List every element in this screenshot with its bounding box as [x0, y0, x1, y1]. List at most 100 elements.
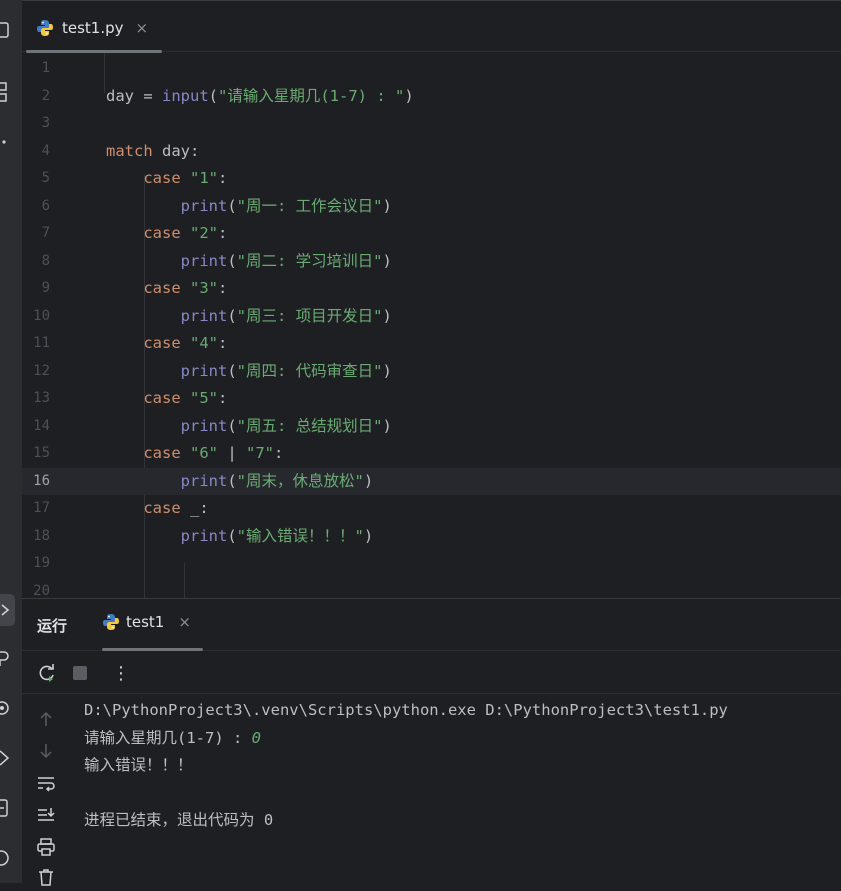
code-line[interactable]: 9 case "3": — [22, 275, 841, 303]
line-number[interactable]: 14 — [22, 413, 50, 441]
scroll-to-end-icon[interactable] — [36, 805, 56, 825]
line-number[interactable]: 3 — [22, 110, 50, 138]
line-number[interactable]: 6 — [22, 193, 50, 221]
code-editor[interactable]: 1 2 day = input("请输入星期几(1-7) : ") 3 4 match d… — [22, 53, 841, 598]
code-line[interactable]: 10 print("周三: 项目开发日") — [22, 303, 841, 331]
line-number[interactable]: 7 — [22, 220, 50, 248]
code-line[interactable]: 19 — [22, 550, 841, 578]
line-number[interactable]: 5 — [22, 165, 50, 193]
code-line[interactable]: 5 case "1": — [22, 165, 841, 193]
code-text: case "6" | "7": — [106, 440, 283, 468]
rerun-icon[interactable] — [36, 662, 58, 684]
console-user-input: 0 — [251, 728, 261, 747]
code-token: "4" — [190, 334, 218, 352]
code-token: "周四: 代码审查日" — [236, 361, 383, 380]
code-token: print — [180, 306, 228, 325]
code-token: "7" — [246, 444, 274, 462]
console-prompt: 请输入星期几(1-7) : — [84, 728, 252, 747]
code-token: ( — [227, 526, 237, 545]
code-token: print — [180, 361, 228, 380]
code-line[interactable]: 1 — [22, 55, 841, 83]
problems-icon[interactable] — [0, 848, 16, 868]
editor-tab-bar: test1.py × — [22, 0, 841, 53]
run-tab-test1[interactable]: test1 × — [102, 613, 191, 631]
line-number[interactable]: 12 — [22, 358, 50, 386]
code-token: case — [143, 499, 181, 517]
code-line[interactable]: 12 print("周四: 代码审查日") — [22, 358, 841, 386]
clear-all-icon[interactable] — [36, 867, 56, 887]
code-line[interactable]: 6 print("周一: 工作会议日") — [22, 193, 841, 221]
code-token: case — [143, 334, 181, 352]
line-number[interactable]: 18 — [22, 523, 50, 551]
code-token: print — [180, 416, 228, 435]
services-icon[interactable] — [0, 698, 16, 718]
code-line[interactable]: 14 print("周五: 总结规划日") — [22, 413, 841, 441]
line-number[interactable]: 17 — [22, 495, 50, 523]
line-number[interactable]: 8 — [22, 248, 50, 276]
close-icon[interactable]: × — [136, 19, 149, 37]
python-console-icon[interactable] — [0, 748, 16, 768]
line-number[interactable]: 11 — [22, 330, 50, 358]
code-text: print("周五: 总结规划日") — [106, 413, 392, 441]
code-line[interactable]: 7 case "2": — [22, 220, 841, 248]
code-text: case "1": — [106, 165, 227, 193]
code-line[interactable]: 13 case "5": — [22, 385, 841, 413]
code-line[interactable]: 11 case "4": — [22, 330, 841, 358]
code-line[interactable]: 8 print("周二: 学习培训日") — [22, 248, 841, 276]
python-packages-icon[interactable] — [0, 648, 16, 668]
code-token: case — [143, 169, 181, 187]
code-token: : — [218, 169, 228, 187]
editor-tab-test1-py[interactable]: test1.py × — [36, 13, 148, 43]
code-token: "3" — [190, 279, 218, 297]
close-icon[interactable]: × — [178, 613, 191, 631]
project-icon[interactable] — [0, 20, 16, 40]
structure-icon[interactable] — [0, 82, 16, 102]
code-token: case — [143, 279, 181, 297]
print-icon[interactable] — [36, 837, 56, 857]
scroll-down-icon[interactable] — [36, 741, 56, 761]
line-number[interactable]: 1 — [22, 55, 50, 83]
line-number[interactable]: 9 — [22, 275, 50, 303]
more-icon[interactable]: ⋮ — [110, 662, 132, 684]
line-number[interactable]: 13 — [22, 385, 50, 413]
more-icon[interactable] — [0, 132, 16, 152]
line-number[interactable]: 16 — [22, 468, 50, 496]
stop-icon[interactable] — [69, 662, 91, 684]
code-token: input — [162, 86, 209, 105]
line-number[interactable]: 2 — [22, 83, 50, 111]
code-line[interactable]: 18 print("输入错误！！！") — [22, 523, 841, 551]
code-line[interactable]: 15 case "6" | "7": — [22, 440, 841, 468]
console-output[interactable]: D:\PythonProject3\.venv\Scripts\python.e… — [84, 697, 834, 835]
tool-window-strip — [0, 0, 23, 883]
terminal-icon[interactable] — [0, 798, 16, 818]
run-icon[interactable] — [0, 594, 15, 626]
scroll-up-icon[interactable] — [36, 709, 56, 729]
code-line[interactable]: 16 print("周末，休息放松") — [22, 467, 841, 496]
code-token: ) — [363, 526, 374, 545]
console-output-line: 输入错误！！！ — [84, 756, 193, 774]
code-token: ( — [208, 86, 219, 105]
code-token: "输入错误！！！" — [236, 526, 364, 545]
code-line[interactable]: 3 — [22, 110, 841, 138]
run-tab-label: test1 — [126, 613, 165, 631]
line-number[interactable]: 10 — [22, 303, 50, 331]
code-line[interactable]: 17 case _: — [22, 495, 841, 523]
code-line[interactable]: 4 match day: — [22, 138, 841, 166]
code-token: "周三: 项目开发日" — [236, 306, 383, 325]
line-number[interactable]: 4 — [22, 138, 50, 166]
run-panel-title: 运行 — [37, 617, 68, 635]
line-number[interactable]: 20 — [22, 578, 50, 599]
line-number[interactable]: 15 — [22, 440, 50, 468]
line-number[interactable]: 19 — [22, 550, 50, 578]
code-line[interactable]: 2 day = input("请输入星期几(1-7) : ") — [22, 83, 841, 111]
code-line[interactable]: 20 — [22, 578, 841, 599]
soft-wrap-icon[interactable] — [36, 773, 56, 793]
